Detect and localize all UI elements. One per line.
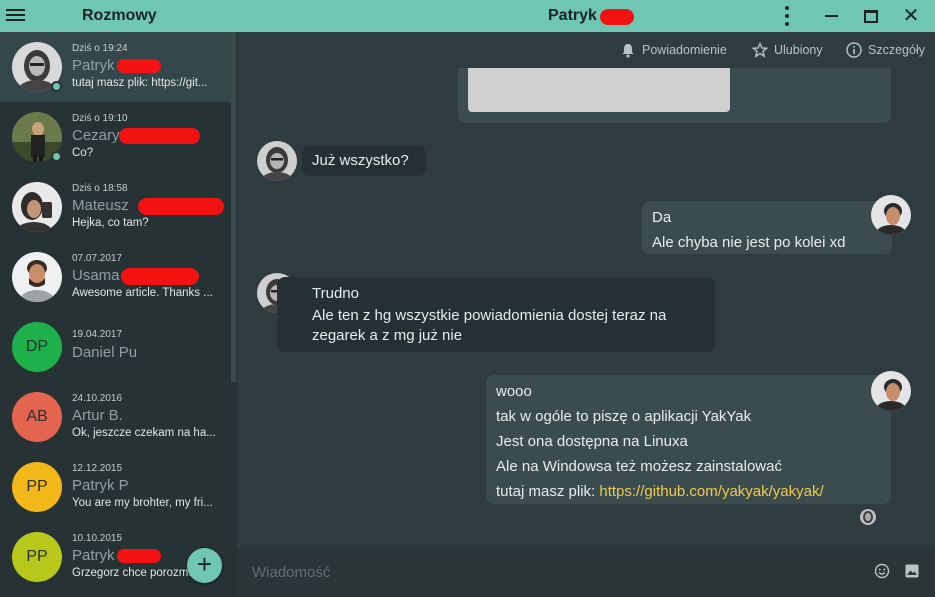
minimize-button[interactable] xyxy=(818,4,844,28)
close-button[interactable]: ✕ xyxy=(898,4,924,28)
menu-icon[interactable] xyxy=(6,6,26,24)
message-line: tutaj masz plik: https://github.com/yaky… xyxy=(496,479,881,504)
conversation-item[interactable]: DP 19.04.2017 Daniel Pu xyxy=(0,312,231,382)
emoji-icon[interactable] xyxy=(874,563,890,579)
conversation-name: Usama xyxy=(72,267,120,284)
conversation-name: Patryk xyxy=(72,547,115,564)
notifications-button[interactable]: Powiadomienie xyxy=(620,40,727,60)
conversation-item[interactable]: AB 24.10.2016 Artur B. Ok, jeszcze czeka… xyxy=(0,382,231,452)
message-input[interactable] xyxy=(252,559,852,585)
conversation-name: Cezary xyxy=(72,127,120,144)
image-message xyxy=(458,68,891,123)
read-receipt-avatar xyxy=(860,509,876,525)
redaction-mark xyxy=(600,9,634,25)
message-bubble: Da Ale chyba nie jest po kolei xd xyxy=(642,201,892,254)
conversations-title: Rozmowy xyxy=(82,7,157,24)
avatar xyxy=(12,252,62,302)
redaction-mark xyxy=(117,549,161,563)
conversation-name: Artur B. xyxy=(72,407,123,424)
message-line: tak w ogóle to piszę o aplikacji YakYak xyxy=(496,408,752,425)
conversation-preview: Hejka, co tam? xyxy=(72,217,149,229)
message-line: Ale na Windowsa też możesz zainstalować xyxy=(496,458,782,475)
details-button[interactable]: Szczegóły xyxy=(846,40,925,60)
image-attachment[interactable] xyxy=(468,68,730,112)
title-bar: Rozmowy Patryk ✕ xyxy=(0,0,935,32)
sender-avatar xyxy=(257,141,297,181)
message-line: Jest ona dostępna na Linuxa xyxy=(496,433,688,450)
avatar: DP xyxy=(12,322,62,372)
conversation-preview: tutaj masz plik: https://git... xyxy=(72,77,208,89)
conversation-item[interactable]: 07.07.2017 Usama Awesome article. Thanks… xyxy=(0,242,231,312)
message-text: tutaj masz plik: xyxy=(496,483,600,500)
conversation-name: Patryk P xyxy=(72,477,129,494)
avatar: AB xyxy=(12,392,62,442)
redaction-mark xyxy=(119,128,200,144)
conversation-preview: Awesome article. Thanks ... xyxy=(72,287,213,299)
notifications-label: Powiadomienie xyxy=(642,43,727,57)
conversation-name: Mateusz xyxy=(72,197,129,214)
details-label: Szczegóły xyxy=(868,43,925,57)
chat-toolbar: Powiadomienie Ulubiony Szczegóły xyxy=(237,32,935,68)
bell-icon xyxy=(620,42,636,58)
message-line: Trudno xyxy=(312,285,359,302)
more-options-icon[interactable] xyxy=(774,4,800,28)
conversation-preview: You are my brohter, my fri... xyxy=(72,497,213,509)
conversation-time: 10.10.2015 xyxy=(72,533,123,544)
message-bubble: Trudno Ale ten z hg wszystkie powiadomie… xyxy=(277,277,715,352)
conversation-item[interactable]: PP 12.12.2015 Patryk P You are my brohte… xyxy=(0,452,231,522)
message-composer xyxy=(237,547,935,597)
message-bubble: wooo tak w ogóle to piszę o aplikacji Ya… xyxy=(486,375,891,504)
conversation-name: Patryk xyxy=(72,57,115,74)
message-line: Już wszystko? xyxy=(312,152,409,169)
conversation-time: 24.10.2016 xyxy=(72,393,123,404)
conversation-preview: Co? xyxy=(72,147,94,159)
conversation-item[interactable]: Dziś o 19:24 Patryk tutaj masz plik: htt… xyxy=(0,32,231,102)
avatar: PP xyxy=(12,532,62,582)
conversation-name: Daniel Pu xyxy=(72,344,138,361)
conversation-item[interactable]: Dziś o 19:10 Cezary Co? xyxy=(0,102,231,172)
message-area: Już wszystko? Da Ale chyba nie jest po k… xyxy=(237,68,935,547)
conversation-time: Dziś o 19:24 xyxy=(72,43,128,54)
maximize-button[interactable] xyxy=(858,4,884,28)
star-outline-icon xyxy=(752,42,768,58)
favorite-button[interactable]: Ulubiony xyxy=(752,40,823,60)
conversation-time: Dziś o 19:10 xyxy=(72,113,128,124)
new-conversation-button[interactable]: + xyxy=(187,548,222,583)
avatar: PP xyxy=(12,462,62,512)
message-line: Ale chyba nie jest po kolei xd xyxy=(652,234,846,251)
avatar xyxy=(12,182,62,232)
online-indicator xyxy=(51,151,62,162)
conversation-time: Dziś o 18:58 xyxy=(72,183,128,194)
redaction-mark xyxy=(117,59,161,73)
message-line: Da xyxy=(652,209,672,226)
message-line: zegarek a z mg już nie xyxy=(312,327,463,344)
own-avatar xyxy=(871,195,911,235)
conversation-time: 12.12.2015 xyxy=(72,463,123,474)
message-line: Ale ten z hg wszystkie powiadomienia dos… xyxy=(312,307,667,324)
redaction-mark xyxy=(121,268,199,285)
favorite-label: Ulubiony xyxy=(774,43,823,57)
online-indicator xyxy=(51,81,62,92)
message-line: wooo xyxy=(496,383,532,400)
conversation-list: Dziś o 19:24 Patryk tutaj masz plik: htt… xyxy=(0,32,237,597)
chat-title: Patryk xyxy=(548,7,597,24)
image-upload-icon[interactable] xyxy=(904,563,920,579)
message-link[interactable]: https://github.com/yakyak/yakyak/ xyxy=(599,483,823,500)
conversation-item[interactable]: Dziś o 18:58 Mateusz Hejka, co tam? xyxy=(0,172,231,242)
sidebar-scrollbar[interactable] xyxy=(231,32,236,382)
redaction-mark xyxy=(138,198,224,215)
conversation-time: 19.04.2017 xyxy=(72,329,123,340)
own-avatar xyxy=(871,371,911,411)
info-icon xyxy=(846,42,862,58)
conversation-preview: Ok, jeszcze czekam na ha... xyxy=(72,427,216,439)
message-bubble: Już wszystko? xyxy=(302,146,426,176)
conversation-time: 07.07.2017 xyxy=(72,253,123,264)
